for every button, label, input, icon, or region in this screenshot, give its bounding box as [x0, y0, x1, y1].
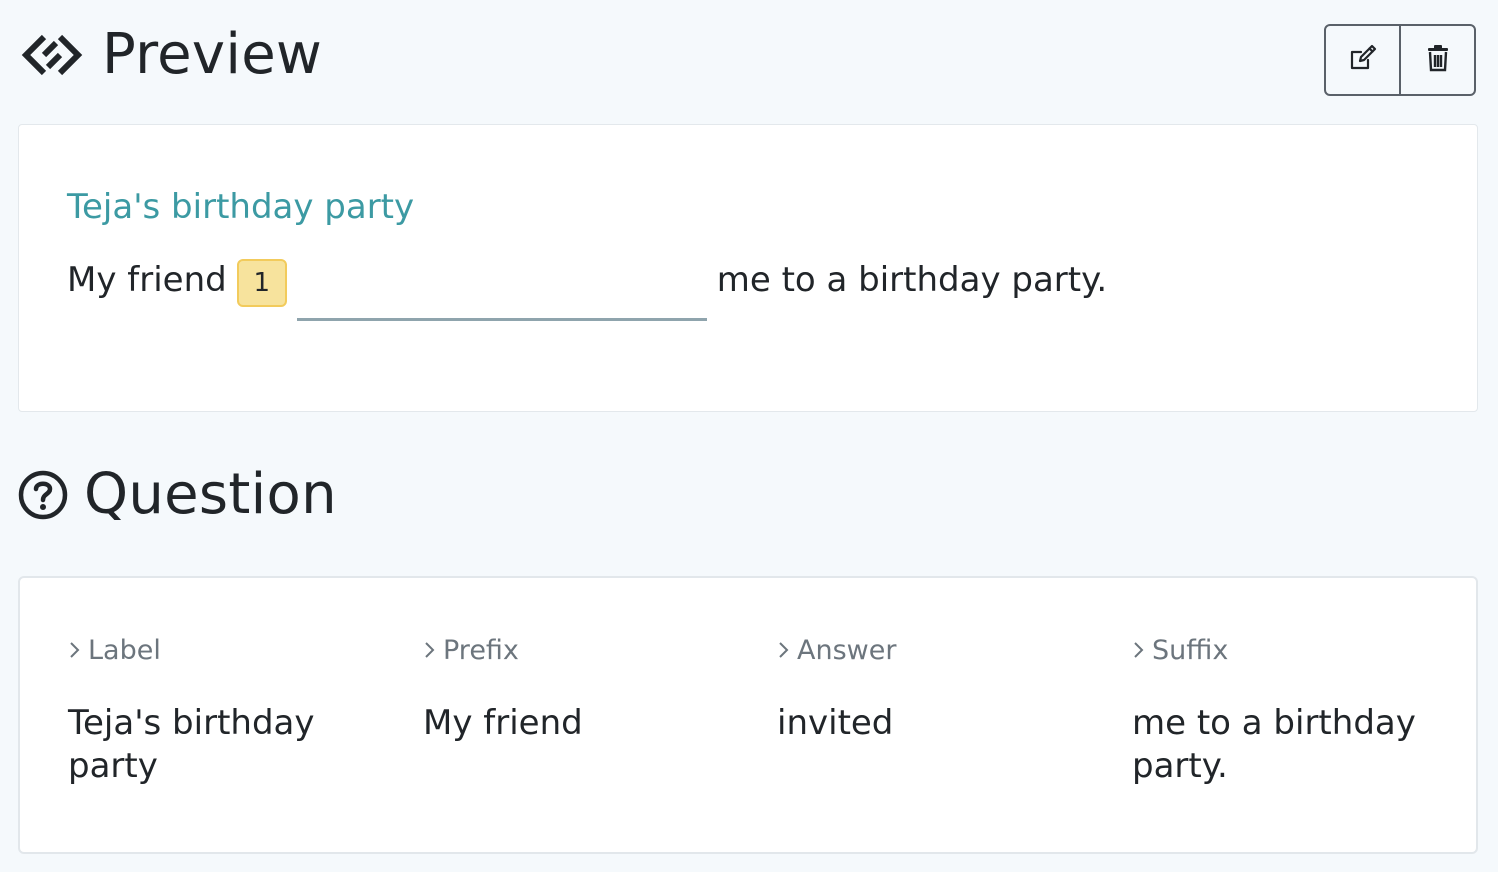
- column-value: invited: [777, 703, 894, 743]
- column-value: me to a birthday party.: [1132, 703, 1416, 786]
- column-header-label: Label: [88, 634, 161, 666]
- blank-number-badge: 1: [236, 259, 287, 307]
- edit-icon: [1348, 43, 1378, 77]
- column-header-label: Prefix: [443, 634, 519, 666]
- action-button-group: [1324, 24, 1476, 96]
- column-header: Label: [68, 632, 398, 668]
- suffix-column: Suffix me to a birthday party.: [1132, 632, 1452, 788]
- chevron-right-icon: [70, 642, 80, 658]
- question-circle-icon: [18, 470, 68, 520]
- prefix-column: Prefix My friend: [423, 632, 753, 745]
- page-title: Preview: [102, 22, 323, 87]
- trash-icon: [1423, 43, 1453, 77]
- chevron-right-icon: [1134, 642, 1144, 658]
- edit-button[interactable]: [1326, 26, 1399, 94]
- column-header: Answer: [777, 632, 1107, 668]
- column-header: Prefix: [423, 632, 753, 668]
- column-value: My friend: [423, 703, 583, 743]
- label-column: Label Teja's birthday party: [68, 632, 398, 788]
- delete-button[interactable]: [1399, 26, 1474, 94]
- preview-sentence: My friend 1 me to a birthday party.: [67, 257, 1107, 327]
- answer-column: Answer invited: [777, 632, 1107, 745]
- column-value: Teja's birthday party: [68, 703, 315, 786]
- chevron-right-icon: [779, 642, 789, 658]
- suffix-text: me to a birthday party.: [716, 260, 1108, 300]
- question-label: Teja's birthday party: [67, 187, 415, 227]
- chevron-right-icon: [425, 642, 435, 658]
- column-header-label: Suffix: [1152, 634, 1229, 666]
- preview-header: Preview: [18, 22, 322, 87]
- answer-input[interactable]: [296, 257, 707, 321]
- preview-card: Teja's birthday party My friend 1 me to …: [18, 124, 1478, 412]
- section-title: Question: [84, 462, 337, 527]
- column-header-label: Answer: [797, 634, 897, 666]
- question-header: Question: [18, 462, 337, 527]
- question-card: Label Teja's birthday party Prefix My fr…: [18, 576, 1478, 854]
- prefix-text: My friend: [67, 260, 227, 300]
- column-header: Suffix: [1132, 632, 1452, 668]
- code-diamond-icon: [20, 31, 84, 79]
